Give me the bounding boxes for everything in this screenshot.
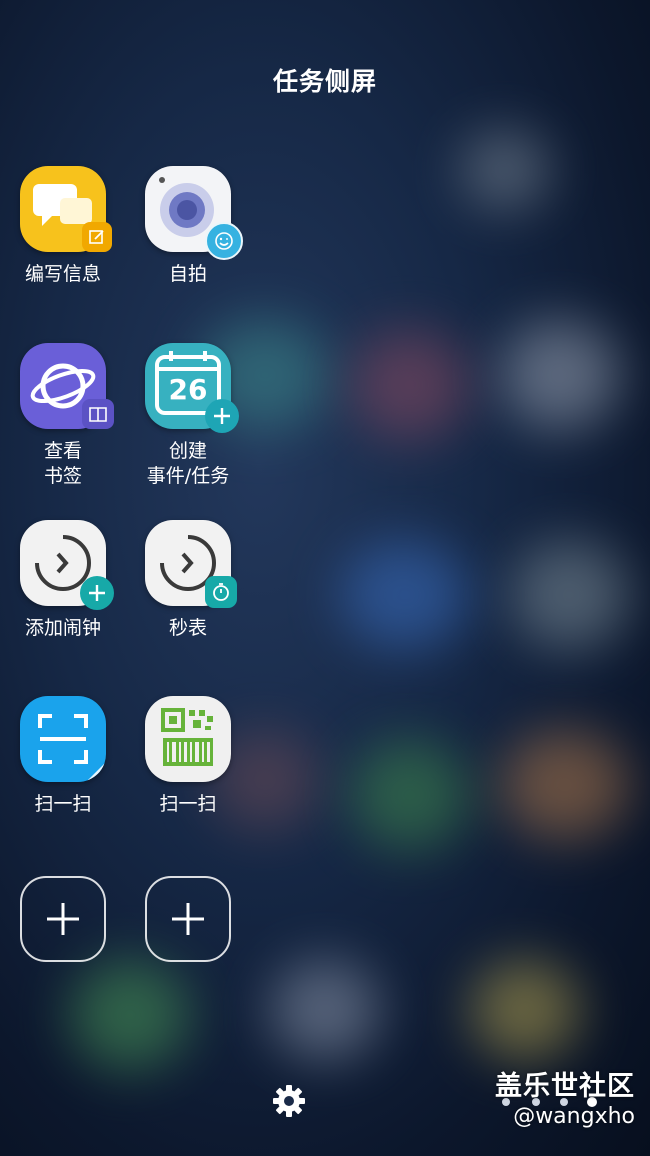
watermark-brand: 盖乐世社区 (495, 1071, 635, 1102)
task-grid: 编写信息 自拍 查看 书签 26 创建 事件/任务 添加闹钟 秒表 扫一扫 扫一… (0, 0, 650, 1156)
task-label: 秒表 (168, 617, 207, 639)
task-label: 创建 事件/任务 (146, 440, 230, 487)
book-badge-icon (82, 399, 114, 429)
add-badge-icon (80, 576, 114, 610)
scan-icon (20, 696, 106, 782)
task-label: 自拍 (168, 263, 207, 285)
smile-badge-icon (205, 222, 243, 260)
task-label: 扫一扫 (159, 793, 217, 815)
settings-gear-icon[interactable] (270, 1082, 308, 1120)
plus-icon (172, 903, 204, 935)
plus-icon (47, 903, 79, 935)
add-task-button[interactable] (20, 876, 106, 962)
stopwatch-icon (205, 576, 237, 608)
watermark-user: @wangxho (513, 1104, 635, 1129)
qr-scan-icon (145, 696, 231, 782)
add-task-button[interactable] (145, 876, 231, 962)
add-badge-icon (205, 399, 239, 433)
compose-badge-icon (82, 222, 112, 252)
